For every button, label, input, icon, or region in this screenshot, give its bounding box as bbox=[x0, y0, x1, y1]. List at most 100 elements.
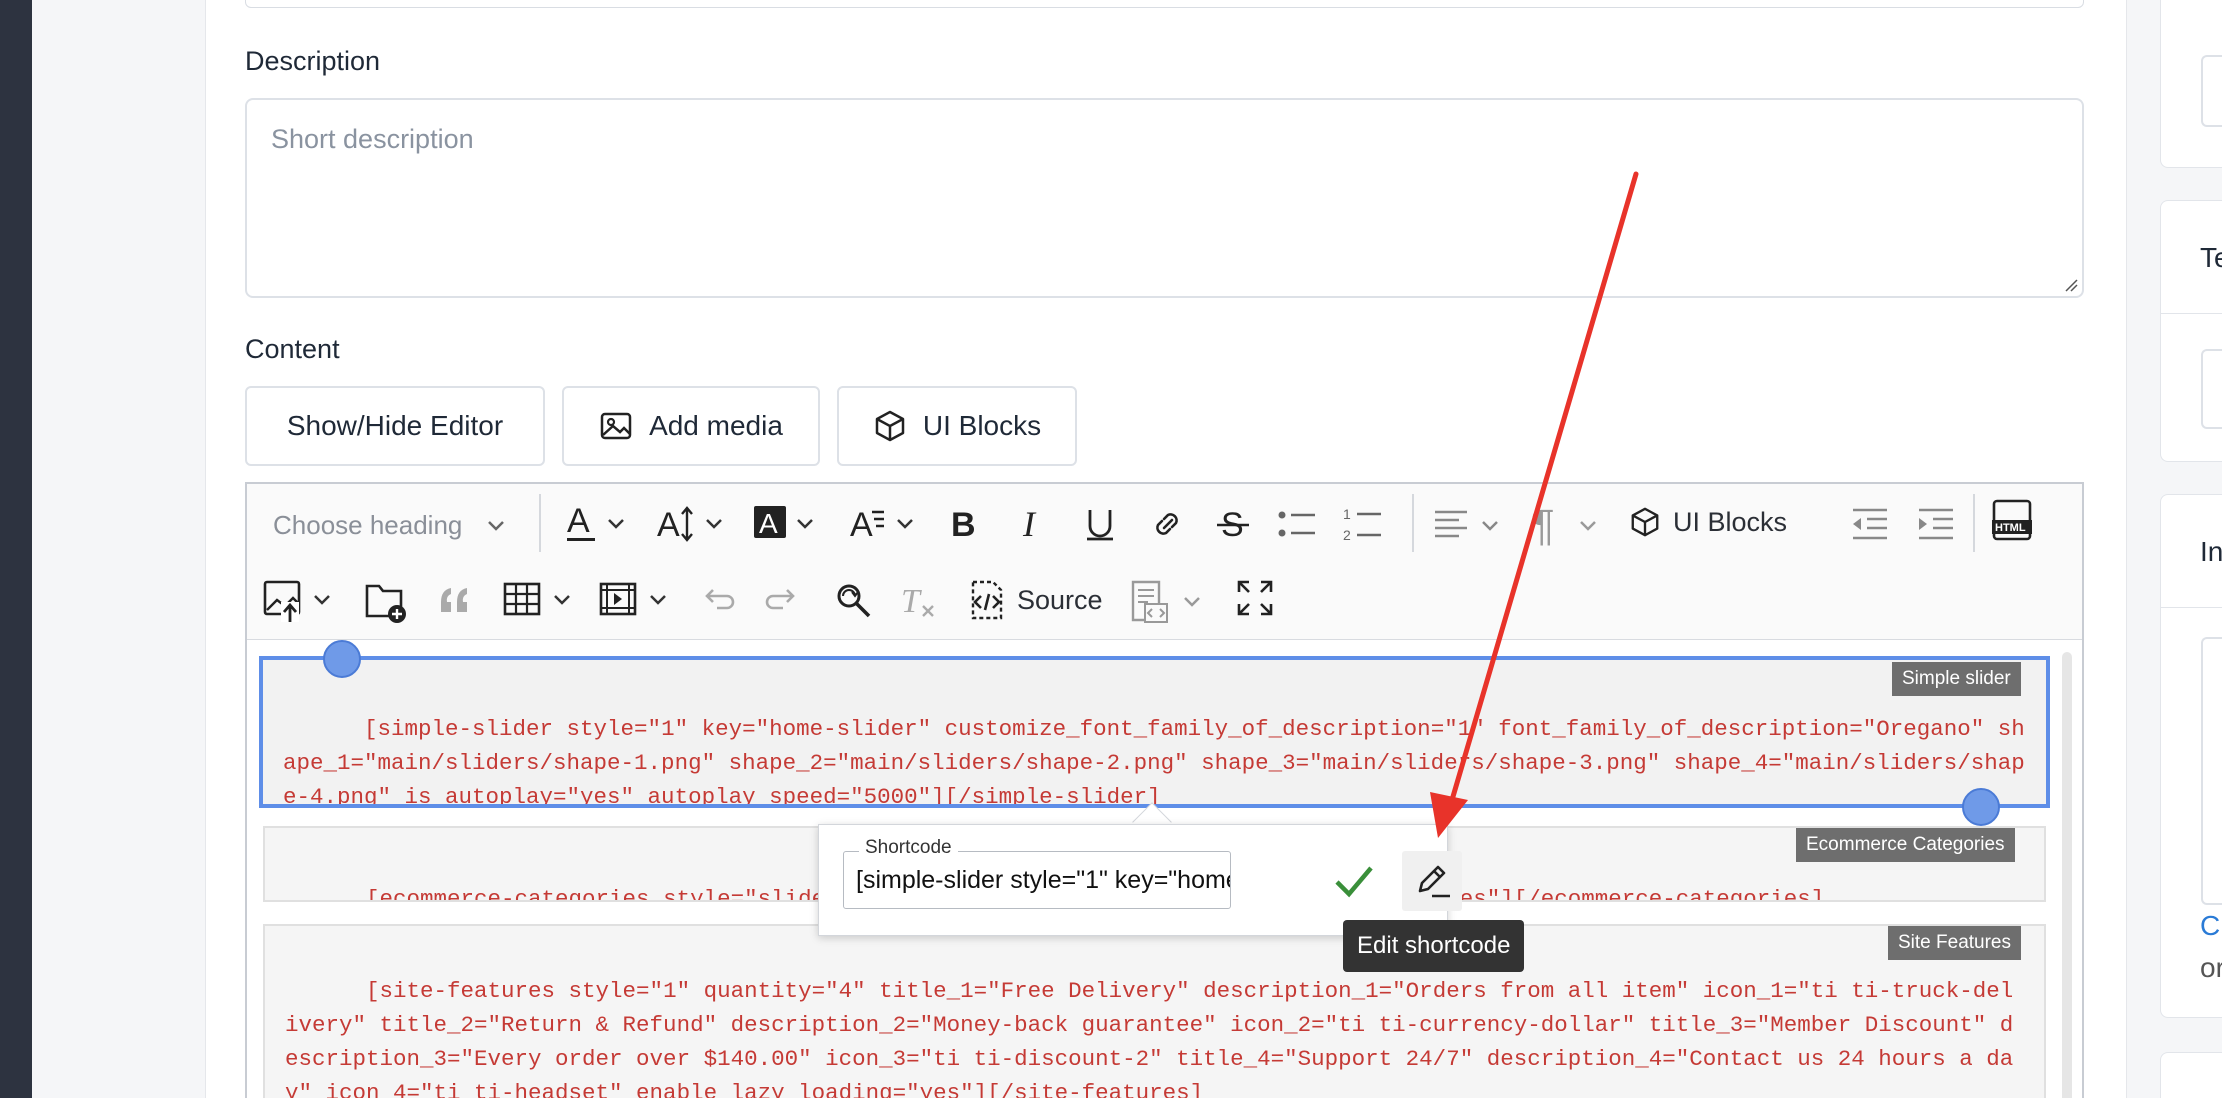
ui-blocks-button[interactable]: UI Blocks bbox=[837, 386, 1077, 466]
page-gutter bbox=[32, 0, 205, 1098]
shortcode-block-site-features[interactable]: [site-features style="1" quantity="4" ti… bbox=[263, 924, 2046, 1098]
heading-dropdown[interactable]: Choose heading bbox=[273, 510, 506, 541]
fullscreen-button[interactable] bbox=[1235, 578, 1275, 618]
find-replace-icon bbox=[837, 584, 871, 618]
show-hide-editor-button[interactable]: Show/Hide Editor bbox=[245, 386, 545, 466]
link-icon bbox=[1156, 513, 1178, 535]
toolbar-separator bbox=[1412, 494, 1414, 552]
resize-grip-icon[interactable] bbox=[2064, 278, 2078, 292]
redo-icon bbox=[765, 589, 795, 610]
html-badge: HTML bbox=[1995, 522, 2026, 534]
quote-icon bbox=[441, 588, 467, 612]
media-library-button[interactable] bbox=[365, 576, 409, 626]
html-embed-button[interactable]: HTML bbox=[1991, 498, 2033, 542]
right-panel-input[interactable] bbox=[2201, 349, 2222, 429]
bold-button[interactable]: B bbox=[947, 504, 983, 544]
right-panel-card-2 bbox=[2160, 200, 2222, 462]
shortcode-input-value: [simple-slider style="1" key="home-slic bbox=[856, 865, 1230, 894]
source-button[interactable]: Source bbox=[967, 578, 1103, 622]
redo-button[interactable] bbox=[765, 582, 801, 618]
cube-icon bbox=[1631, 507, 1659, 537]
underline-button[interactable] bbox=[1082, 504, 1118, 544]
insert-image-button[interactable] bbox=[263, 576, 343, 626]
pencil-icon bbox=[1418, 865, 1450, 898]
source-label: Source bbox=[1017, 584, 1103, 615]
show-hide-editor-label: Show/Hide Editor bbox=[286, 410, 504, 441]
svg-text:A: A bbox=[657, 506, 680, 544]
svg-text:A: A bbox=[759, 508, 778, 539]
ui-blocks-label: UI Blocks bbox=[922, 410, 1042, 441]
block-type-badge: Site Features bbox=[1888, 926, 2021, 960]
editor-scrollbar[interactable] bbox=[2062, 652, 2072, 1098]
shortcode-button[interactable] bbox=[1129, 578, 1215, 626]
remove-format-button[interactable]: T bbox=[899, 580, 939, 620]
italic-icon: I bbox=[1022, 504, 1037, 544]
outdent-icon bbox=[1853, 508, 1887, 540]
find-replace-button[interactable] bbox=[833, 580, 873, 620]
svg-text:B: B bbox=[951, 506, 976, 544]
shortcode-input[interactable]: [simple-slider style="1" key="home-slic bbox=[843, 851, 1231, 909]
insert-table-button[interactable] bbox=[503, 580, 583, 620]
right-panel-input[interactable] bbox=[2201, 55, 2222, 127]
toolbar-separator bbox=[1973, 494, 1975, 552]
indent-button[interactable] bbox=[1915, 506, 1955, 542]
left-sidebar-rail bbox=[0, 0, 32, 1098]
svg-text:1: 1 bbox=[1343, 506, 1351, 522]
description-label: Description bbox=[245, 46, 381, 76]
background-color-button[interactable]: A bbox=[754, 500, 834, 550]
svg-text:¶: ¶ bbox=[1531, 501, 1555, 550]
video-icon bbox=[599, 582, 666, 616]
rich-text-editor: Choose heading A A A A B I S 1 2 ¶ UI Bl… bbox=[245, 482, 2084, 1098]
block-type-badge: Simple slider bbox=[1892, 662, 2021, 696]
italic-button[interactable]: I bbox=[1015, 504, 1051, 544]
strikethrough-icon: S bbox=[1217, 506, 1249, 544]
name-input[interactable] bbox=[245, 0, 2084, 8]
font-size-button[interactable]: A bbox=[657, 500, 737, 550]
bulleted-list-button[interactable] bbox=[1277, 506, 1317, 542]
toolbar-separator bbox=[539, 494, 541, 552]
shortcode-icon bbox=[1131, 580, 1200, 623]
svg-text:T: T bbox=[901, 583, 922, 620]
shortcode-block-simple-slider[interactable]: [simple-slider style="1" key="home-slide… bbox=[259, 656, 2050, 808]
edit-shortcode-button[interactable] bbox=[1402, 851, 1462, 911]
bold-icon: B bbox=[951, 506, 976, 544]
divider bbox=[2161, 607, 2222, 608]
alignment-button[interactable] bbox=[1433, 504, 1513, 544]
chevron-down-icon bbox=[488, 520, 505, 531]
save-shortcode-button[interactable] bbox=[1331, 852, 1377, 913]
outdent-button[interactable] bbox=[1849, 506, 1889, 542]
block-handle-top[interactable] bbox=[323, 640, 361, 678]
right-panel-link[interactable]: C bbox=[2200, 910, 2220, 942]
image-dropzone[interactable] bbox=[2201, 637, 2222, 905]
numbered-list-button[interactable]: 12 bbox=[1343, 504, 1383, 544]
paragraph-button[interactable]: ¶ bbox=[1531, 500, 1611, 550]
numbered-list-icon: 12 bbox=[1343, 506, 1381, 543]
bulleted-list-icon bbox=[1278, 511, 1315, 537]
block-type-badge: Ecommerce Categories bbox=[1796, 828, 2015, 862]
description-placeholder: Short description bbox=[271, 124, 474, 154]
insert-media-button[interactable] bbox=[599, 580, 679, 620]
shortcode-text: [site-features style="1" quantity="4" ti… bbox=[285, 978, 2014, 1098]
link-button[interactable] bbox=[1149, 504, 1185, 544]
description-textarea[interactable]: Short description bbox=[245, 98, 2084, 298]
strikethrough-button[interactable]: S bbox=[1215, 504, 1251, 544]
undo-button[interactable] bbox=[699, 582, 735, 618]
block-handle-bottom[interactable] bbox=[1962, 788, 2000, 826]
cube-icon bbox=[875, 410, 905, 442]
font-color-button[interactable]: A bbox=[565, 500, 645, 550]
right-panel-text: or bbox=[2200, 952, 2222, 983]
font-family-button[interactable]: A bbox=[850, 500, 930, 550]
heading-placeholder: Choose heading bbox=[273, 510, 463, 540]
divider bbox=[2161, 313, 2222, 314]
image-upload-icon bbox=[263, 580, 330, 622]
svg-text:A: A bbox=[567, 502, 590, 540]
toolbar-ui-blocks-button[interactable]: UI Blocks bbox=[1629, 504, 1787, 540]
indent-icon bbox=[1919, 508, 1953, 540]
block-quote-button[interactable] bbox=[437, 582, 473, 618]
right-panel-card-4 bbox=[2160, 1052, 2222, 1098]
edit-shortcode-tooltip: Edit shortcode bbox=[1343, 920, 1525, 972]
add-media-button[interactable]: Add media bbox=[562, 386, 820, 466]
svg-text:2: 2 bbox=[1343, 527, 1351, 543]
pilcrow-icon: ¶ bbox=[1531, 501, 1596, 550]
svg-text:A: A bbox=[850, 506, 873, 544]
